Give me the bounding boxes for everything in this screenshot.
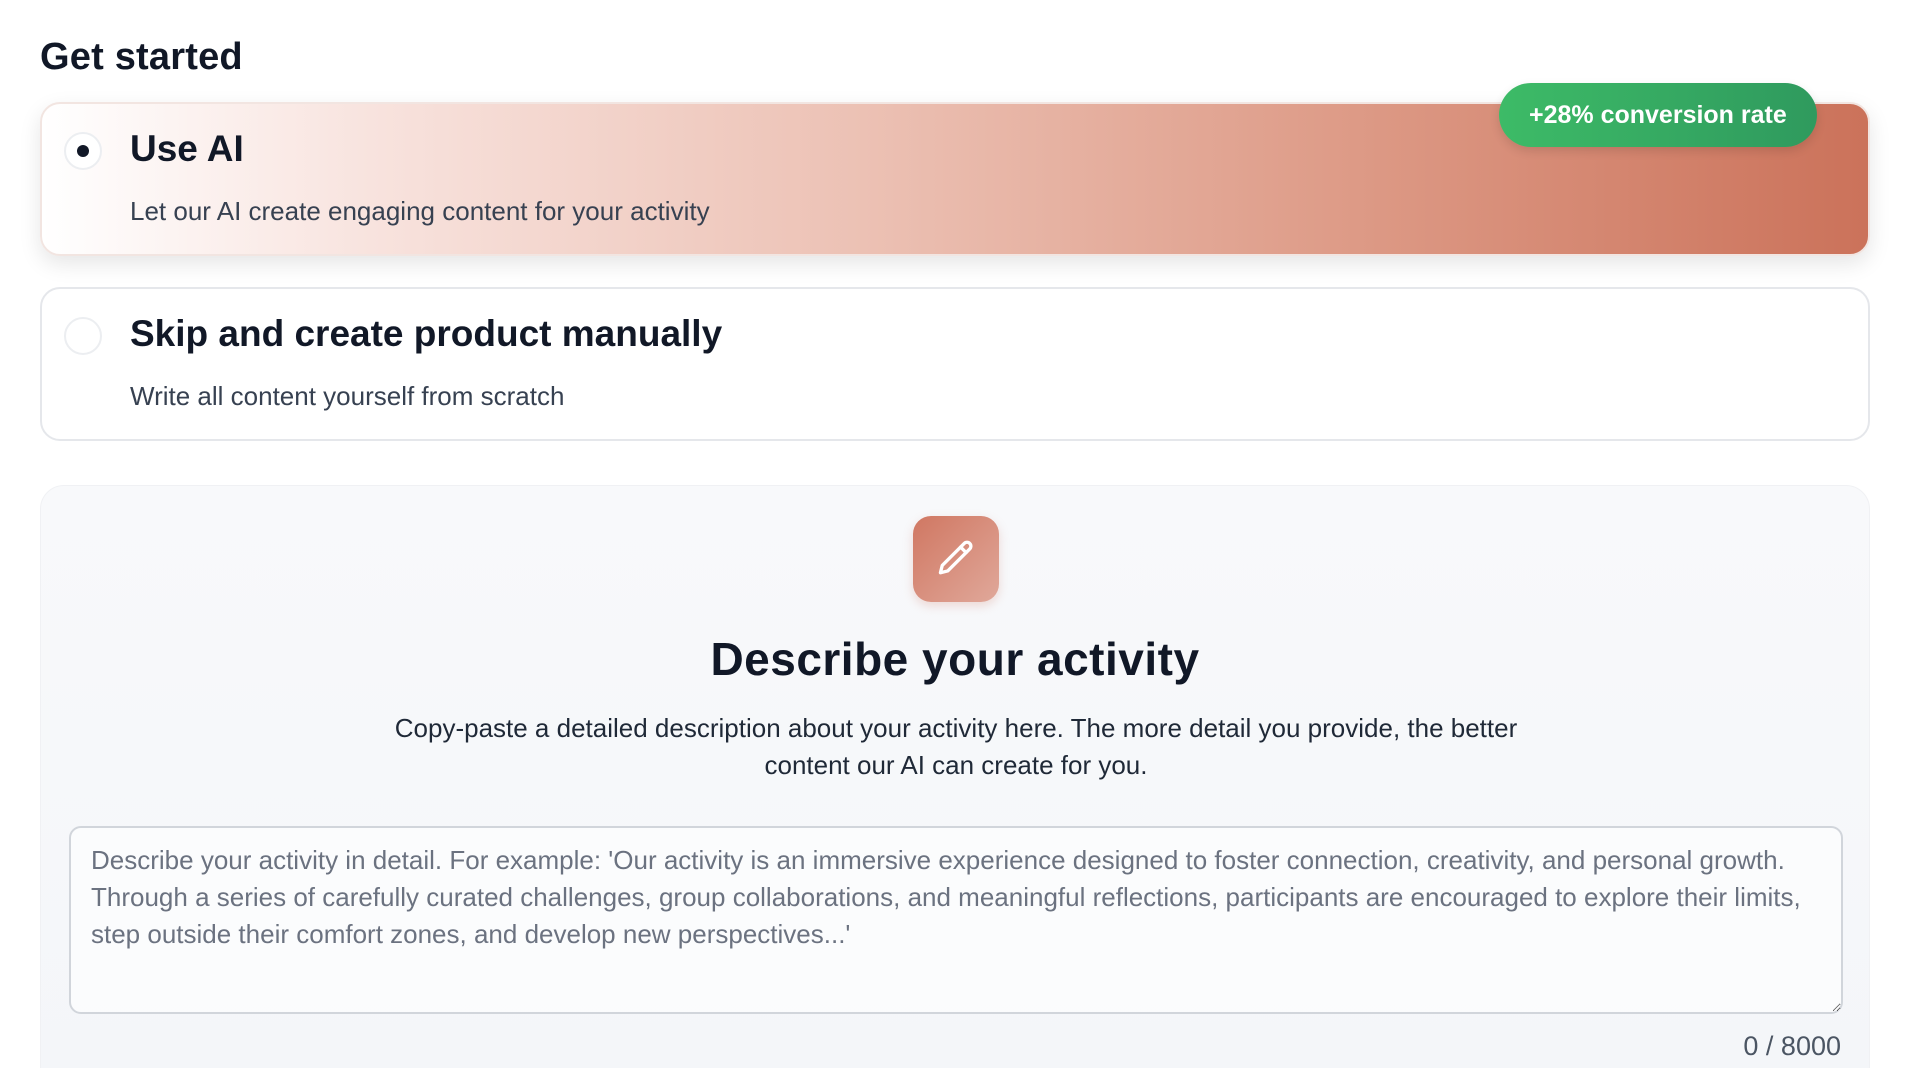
describe-activity-title: Describe your activity: [710, 633, 1200, 685]
option-create-manually-title: Skip and create product manually: [130, 313, 723, 354]
page-title: Get started: [40, 36, 243, 78]
option-use-ai-description: Let our AI create engaging content for y…: [130, 196, 710, 226]
conversion-rate-badge: +28% conversion rate: [1499, 83, 1817, 147]
describe-activity-subtitle: Copy-paste a detailed description about …: [394, 713, 1518, 780]
radio-selected-dot: [77, 145, 89, 157]
activity-description-input[interactable]: [69, 826, 1843, 1014]
describe-activity-panel: Describe your activity Copy-paste a deta…: [40, 485, 1870, 1068]
pencil-icon: [913, 516, 999, 602]
option-use-ai-title: Use AI: [130, 128, 244, 169]
get-started-page: Get started Use AI Let our AI create eng…: [0, 0, 1910, 1068]
option-create-manually-description: Write all content yourself from scratch: [130, 381, 565, 411]
create-manually-radio[interactable]: [64, 317, 102, 355]
character-counter: 0 / 8000: [1743, 1031, 1841, 1061]
use-ai-radio[interactable]: [64, 132, 102, 170]
option-create-manually[interactable]: Skip and create product manually Write a…: [40, 287, 1870, 441]
